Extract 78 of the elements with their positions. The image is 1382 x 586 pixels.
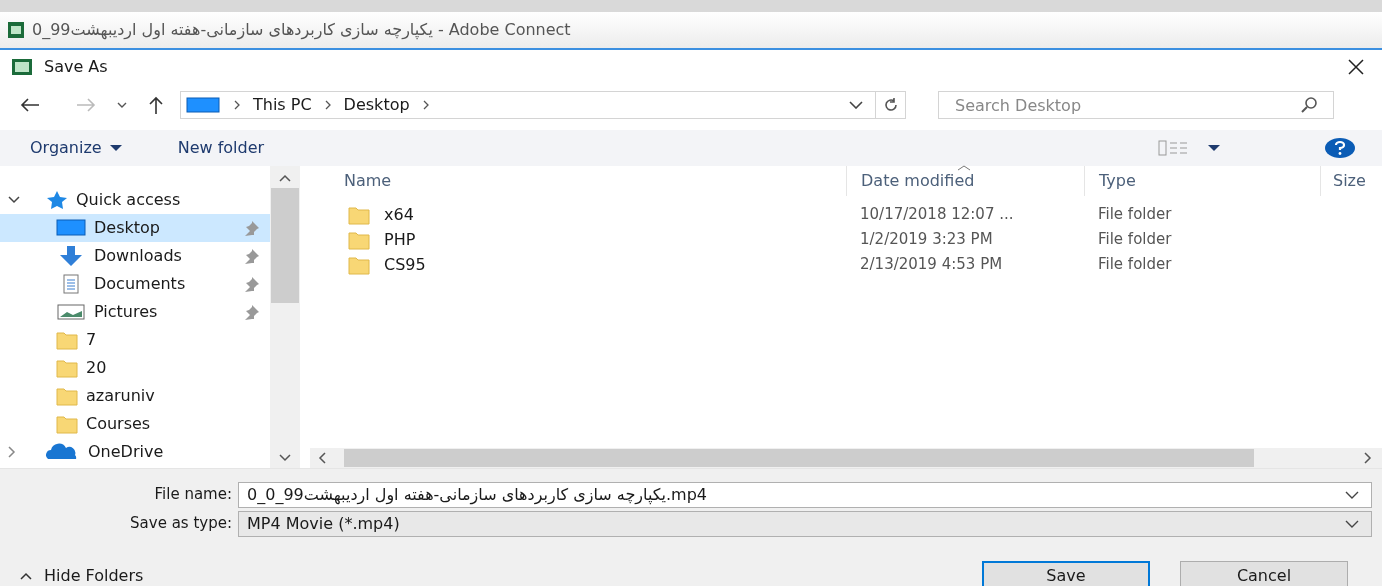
- app-icon: [12, 59, 32, 75]
- chevron-left-icon: [318, 452, 326, 464]
- chevron-right-icon: [8, 446, 16, 458]
- hide-folders-button[interactable]: Hide Folders: [0, 564, 144, 586]
- sidebar-item[interactable]: azaruniv: [0, 382, 270, 410]
- file-type: File folder: [1098, 230, 1172, 249]
- address-bar[interactable]: This PC Desktop: [180, 91, 906, 119]
- sidebar-item[interactable]: Courses: [0, 410, 270, 438]
- image-icon: [56, 303, 86, 321]
- chevron-down-icon: [1345, 490, 1359, 499]
- chevron-right-icon: [323, 100, 332, 110]
- caret-down-icon: [1208, 145, 1220, 151]
- monitor-icon: [185, 96, 221, 114]
- date-modified: 2/13/2019 4:53 PM: [860, 255, 1003, 274]
- caret-down-icon: [109, 145, 122, 151]
- chevron-right-icon: [233, 100, 241, 110]
- folder-icon: [56, 386, 78, 406]
- column-header[interactable]: Size: [1320, 166, 1382, 196]
- search-field[interactable]: Search Desktop: [938, 91, 1334, 119]
- search-icon: [1300, 96, 1318, 114]
- file-name-field[interactable]: یکپارچه سازی کاربردهای سازمانی-هفته اول اردیبهشت99_0_0.mp4: [238, 481, 1372, 508]
- sidebar-item[interactable]: Desktop: [0, 214, 270, 242]
- file-type: File folder: [1098, 255, 1172, 274]
- back-arrow-icon: [20, 98, 40, 112]
- folder-icon: [56, 330, 78, 350]
- toolbar-button[interactable]: New folder: [177, 136, 265, 160]
- field-label: File name:: [153, 484, 233, 506]
- folder-icon: [348, 204, 370, 225]
- chevron-down-icon: [279, 454, 291, 462]
- toolbar-button[interactable]: Organize: [30, 136, 122, 160]
- file-name[interactable]: CS95: [384, 252, 426, 277]
- date-modified: 10/17/2018 12:07 ...: [860, 205, 1014, 224]
- chevron-down-icon: [117, 102, 127, 108]
- chevron-up-icon: [20, 572, 32, 580]
- dialog-title: Save As: [44, 56, 109, 78]
- dialog-button[interactable]: Save: [982, 561, 1150, 586]
- column-header[interactable]: Name: [310, 166, 846, 196]
- chevron-right-icon: [421, 100, 430, 110]
- help-button[interactable]: [1324, 137, 1356, 159]
- file-type: File folder: [1098, 205, 1172, 224]
- sidebar-item[interactable]: 7: [0, 326, 270, 354]
- refresh-icon: [882, 97, 899, 113]
- field-label: Save as type:: [129, 513, 233, 535]
- help-icon: [1324, 137, 1356, 159]
- forward-arrow-icon: [76, 98, 96, 112]
- file-type-dropdown[interactable]: MP4 Movie (*.mp4): [238, 510, 1372, 537]
- dialog-button[interactable]: Cancel: [1180, 561, 1348, 586]
- chevron-down-icon: [849, 101, 863, 109]
- sidebar-item[interactable]: Quick access: [0, 186, 270, 214]
- monitor-icon: [56, 219, 86, 237]
- file-name[interactable]: x64: [384, 202, 414, 227]
- chevron-down-icon: [8, 196, 20, 204]
- list-view-icon: [1158, 140, 1188, 156]
- breadcrumb-item[interactable]: Desktop: [343, 93, 410, 117]
- date-modified: 1/2/2019 3:23 PM: [860, 230, 993, 249]
- vertical-scrollbar[interactable]: [270, 166, 300, 468]
- horizontal-scrollbar[interactable]: [310, 448, 1382, 468]
- file-name[interactable]: PHP: [384, 227, 416, 252]
- folder-icon: [56, 358, 78, 378]
- column-header[interactable]: Type: [1084, 166, 1320, 196]
- column-header[interactable]: Date modified: [846, 166, 1084, 196]
- folder-icon: [348, 229, 370, 250]
- window-title: یکپارچه سازی کاربردهای سازمانی-هفته اول اردیبهشت99_0 - Adobe Connect: [32, 19, 571, 42]
- sidebar-item[interactable]: 20: [0, 354, 270, 382]
- sidebar-item[interactable]: Downloads: [0, 242, 270, 270]
- chevron-up-icon: [279, 174, 291, 182]
- breadcrumb-item[interactable]: This PC: [253, 93, 312, 117]
- chevron-down-icon: [1345, 519, 1359, 528]
- folder-icon: [348, 254, 370, 275]
- close-icon: [1348, 59, 1364, 75]
- up-arrow-icon: [148, 96, 164, 114]
- view-options-button[interactable]: [1158, 140, 1220, 156]
- sidebar-item[interactable]: OneDrive: [0, 438, 270, 466]
- sidebar-item[interactable]: Documents: [0, 270, 270, 298]
- chevron-right-icon: [1364, 452, 1372, 464]
- app-icon: [8, 22, 24, 38]
- sidebar-item[interactable]: Pictures: [0, 298, 270, 326]
- folder-icon: [56, 414, 78, 434]
